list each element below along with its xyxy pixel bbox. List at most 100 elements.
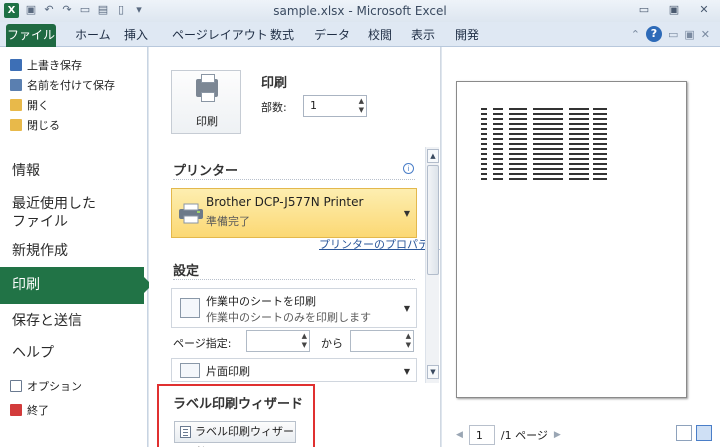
preview-page[interactable] — [456, 81, 687, 398]
printer-dropdown[interactable]: Brother DCP-J577N Printer 準備完了 ▼ — [171, 188, 417, 238]
backstage-nav: 上書き保存 名前を付けて保存 開く 閉じる 情報 最近使用した ファイル 新規作… — [0, 47, 152, 447]
doc-close-icon[interactable]: ✕ — [701, 28, 710, 41]
duplex-label: 片面印刷 — [206, 365, 250, 378]
chevron-down-icon: ▼ — [403, 209, 410, 218]
scroll-up-icon[interactable]: ▲ — [427, 149, 439, 163]
printer-icon — [196, 74, 218, 102]
page-total-label: /1 ページ — [500, 429, 548, 442]
open-folder-icon — [10, 99, 22, 111]
page-number-input[interactable]: 1 — [468, 425, 495, 445]
settings-heading: 設定 — [173, 264, 200, 279]
pages-to-spinner-icon[interactable]: ▲ ▼ — [406, 332, 411, 350]
label-wizard-icon — [180, 426, 191, 438]
minimize-icon[interactable]: ▭ — [636, 2, 652, 18]
nav-open-label: 開く — [27, 99, 49, 112]
doc-minimize-icon[interactable]: ▭ — [668, 28, 678, 41]
nav-save-send[interactable]: 保存と送信 — [12, 312, 82, 330]
one-sided-icon — [180, 363, 200, 378]
window-controls: ▭ ▣ ✕ — [636, 2, 712, 18]
printer-heading: プリンター — [173, 164, 239, 179]
wizard-heading: ラベル印刷ウィザード — [173, 397, 304, 412]
preview-page-navigator: ◀ 1 /1 ページ ▶ — [456, 425, 561, 445]
nav-save[interactable]: 上書き保存 — [10, 57, 82, 73]
copies-label: 部数: — [261, 101, 287, 114]
copies-spinner-icon[interactable]: ▲ ▼ — [359, 97, 364, 115]
window-title: sample.xlsx - Microsoft Excel — [273, 4, 447, 18]
nav-recent-line2: ファイル — [12, 214, 68, 230]
ribbon-right-controls: ⌃ ? ▭ ▣ ✕ — [631, 26, 710, 42]
nav-exit[interactable]: 終了 — [10, 402, 49, 418]
show-margins-icon[interactable] — [676, 425, 692, 441]
zoom-to-page-icon[interactable] — [696, 425, 712, 441]
nav-save-as[interactable]: 名前を付けて保存 — [10, 77, 115, 93]
print-scope-title: 作業中のシートを印刷 — [206, 295, 316, 308]
ribbon-tab-bar: ファイル ホーム 挿入 ページレイアウト 数式 データ 校閲 表示 開発 ⌃ ?… — [0, 22, 720, 47]
maximize-icon[interactable]: ▣ — [666, 2, 682, 18]
copies-value: 1 — [310, 99, 317, 112]
tab-file[interactable]: ファイル — [6, 24, 56, 47]
close-icon[interactable]: ✕ — [696, 2, 712, 18]
tab-insert[interactable]: 挿入 — [124, 26, 148, 43]
help-icon[interactable]: ? — [645, 26, 662, 42]
nav-info[interactable]: 情報 — [12, 162, 40, 180]
nav-exit-label: 終了 — [27, 404, 49, 417]
printer-status: 準備完了 — [206, 215, 250, 228]
tab-data[interactable]: データ — [314, 26, 350, 43]
info-icon[interactable]: i — [403, 163, 414, 174]
chevron-down-icon: ▼ — [403, 367, 410, 376]
preview-page-content — [481, 108, 607, 180]
print-heading: 印刷 — [261, 76, 288, 91]
nav-close-label: 閉じる — [27, 119, 60, 132]
save-as-icon — [10, 79, 22, 91]
pages-from-input[interactable]: ▲ ▼ — [246, 330, 310, 352]
tab-view[interactable]: 表示 — [411, 26, 435, 43]
nav-new[interactable]: 新規作成 — [12, 242, 68, 260]
print-scope-dropdown[interactable]: 作業中のシートを印刷 作業中のシートのみを印刷します ▼ — [171, 288, 417, 328]
nav-save-as-label: 名前を付けて保存 — [27, 79, 115, 92]
nav-help[interactable]: ヘルプ — [12, 344, 54, 362]
printer-device-icon — [179, 203, 203, 224]
next-page-icon[interactable]: ▶ — [554, 430, 561, 440]
pages-to-label: から — [321, 337, 343, 350]
title-bar: X ▣ ↶ ↷ ▭ ▤ ▯ ▾ sample.xlsx - Microsoft … — [0, 0, 720, 22]
pages-from-spinner-icon[interactable]: ▲ ▼ — [302, 332, 307, 350]
print-settings-panel: 印刷 印刷 部数: 1 ▲ ▼ プリンター i Brother DCP-J577N… — [149, 47, 441, 447]
duplex-dropdown[interactable]: 片面印刷 ▼ — [171, 358, 417, 382]
printer-name: Brother DCP-J577N Printer — [206, 195, 364, 209]
tab-developer[interactable]: 開発 — [455, 26, 479, 43]
tab-page-layout[interactable]: ページレイアウト — [172, 26, 268, 43]
tab-formulas[interactable]: 数式 — [270, 26, 294, 43]
pages-label: ページ指定: — [173, 337, 232, 350]
scroll-thumb[interactable] — [427, 165, 439, 275]
exit-icon — [10, 404, 22, 416]
nav-options[interactable]: オプション — [10, 378, 82, 394]
print-button-label: 印刷 — [196, 115, 218, 128]
scroll-down-icon[interactable]: ▼ — [427, 365, 439, 379]
ribbon-minimize-icon[interactable]: ⌃ — [631, 28, 640, 41]
sheet-icon — [180, 298, 200, 318]
pages-to-input[interactable]: ▲ ▼ — [350, 330, 414, 352]
label-wizard-button[interactable]: ラベル印刷ウィザード — [174, 421, 296, 447]
tab-review[interactable]: 校閲 — [368, 26, 392, 43]
doc-restore-icon[interactable]: ▣ — [684, 28, 694, 41]
nav-recent[interactable]: 最近使用した ファイル — [12, 195, 96, 231]
close-folder-icon — [10, 119, 22, 131]
preview-view-controls — [676, 425, 712, 441]
print-scope-desc: 作業中のシートのみを印刷します — [206, 311, 371, 324]
copies-input[interactable]: 1 ▲ ▼ — [303, 95, 367, 117]
nav-close[interactable]: 閉じる — [10, 117, 60, 133]
nav-open[interactable]: 開く — [10, 97, 49, 113]
printer-divider — [173, 179, 415, 180]
tab-home[interactable]: ホーム — [75, 26, 111, 43]
printer-properties-link[interactable]: プリンターのプロパティ — [319, 236, 439, 252]
options-icon — [10, 380, 22, 392]
nav-save-label: 上書き保存 — [27, 59, 82, 72]
settings-divider — [173, 279, 415, 280]
save-icon — [10, 59, 22, 71]
print-button[interactable]: 印刷 — [171, 70, 241, 134]
prev-page-icon[interactable]: ◀ — [456, 430, 463, 440]
nav-recent-line1: 最近使用した — [12, 196, 96, 212]
print-preview: ◀ 1 /1 ページ ▶ — [442, 47, 720, 447]
settings-scrollbar[interactable]: ▲ ▼ — [425, 147, 439, 383]
nav-print[interactable]: 印刷 — [0, 267, 152, 304]
